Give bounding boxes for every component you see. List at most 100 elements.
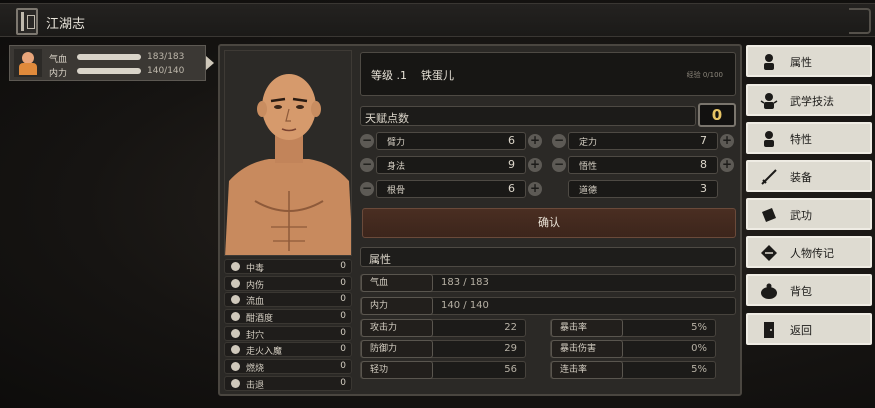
menu-inventory-button[interactable]: 背包	[746, 274, 872, 306]
menu-martial-techniques-button[interactable]: 武学技法	[746, 84, 872, 116]
defense-stat-row: 防御力 29	[360, 340, 526, 358]
trait-icon	[764, 131, 774, 147]
status-label: 酣酒度	[246, 314, 274, 325]
stat-value: 0%	[691, 343, 707, 354]
fire-icon	[231, 362, 240, 372]
attribute-panel: 中毒 0 内伤 0 流血 0 酣酒度 0 封穴 0 走火入魔 0 燃烧 0 击退…	[218, 44, 742, 396]
focus-minus-button[interactable]: −	[552, 134, 566, 148]
scroll-icon	[761, 245, 777, 261]
strength-minus-button[interactable]: −	[360, 134, 374, 148]
menu-equipment-button[interactable]: 装备	[746, 160, 872, 192]
mp-value: 140/140	[147, 66, 185, 76]
mp-bar	[77, 68, 141, 74]
mp-label-row: 内力	[49, 66, 75, 79]
status-value: 0	[340, 294, 346, 305]
stat-value: 183 / 183	[441, 277, 489, 288]
status-row-internal-injury: 内伤 0	[224, 275, 352, 291]
frame-corner-decoration	[849, 8, 871, 34]
hp-bar	[77, 54, 141, 60]
menu-label: 武功	[790, 209, 812, 222]
status-row-poison: 中毒 0	[224, 259, 352, 274]
stat-label: 内力	[361, 297, 433, 315]
stat-value: 5%	[691, 322, 707, 333]
mp-label: 内力	[49, 69, 68, 79]
top-bar: 江湖志	[0, 3, 875, 37]
constitution-minus-button[interactable]: −	[360, 182, 374, 196]
hp-label: 气血	[49, 55, 68, 65]
agility-plus-button[interactable]: +	[528, 158, 542, 172]
attribute-label: 臂力	[387, 138, 406, 148]
status-row-drunk: 酣酒度 0	[224, 309, 352, 325]
menu-label: 背包	[790, 285, 812, 298]
menu-label: 人物传记	[790, 247, 834, 260]
stat-value: 29	[504, 343, 517, 354]
stat-value: 5%	[691, 364, 707, 375]
agility-stat-row: 轻功 56	[360, 361, 526, 379]
menu-label: 特性	[790, 133, 812, 146]
journal-book-icon[interactable]	[16, 8, 38, 35]
crit-damage-stat-row: 暴击伤害 0%	[550, 340, 716, 358]
menu-label: 武学技法	[790, 95, 834, 108]
stat-label: 气血	[361, 274, 433, 292]
combo-rate-stat-row: 连击率 5%	[550, 361, 716, 379]
strength-plus-button[interactable]: +	[528, 134, 542, 148]
comprehension-field: 悟性 8	[568, 156, 718, 174]
person-icon	[764, 54, 774, 70]
section-title-label: 属性	[369, 253, 391, 266]
blood-drop-icon	[231, 295, 240, 305]
confirm-button[interactable]: 确认	[362, 208, 736, 238]
agility-field: 身法 9	[376, 156, 526, 174]
status-label: 击退	[246, 380, 265, 391]
constitution-plus-button[interactable]: +	[528, 182, 542, 196]
focus-plus-button[interactable]: +	[720, 134, 734, 148]
status-label: 流血	[246, 297, 265, 308]
knockback-icon	[231, 378, 240, 388]
door-icon	[764, 322, 774, 338]
strength-field: 臂力 6	[376, 132, 526, 150]
menu-back-button[interactable]: 返回	[746, 313, 872, 345]
character-avatar-icon	[14, 49, 42, 77]
status-row-qi-deviation: 走火入魔 0	[224, 342, 352, 358]
talent-points-box: 天赋点数	[360, 106, 696, 126]
status-effects-list: 中毒 0 内伤 0 流血 0 酣酒度 0 封穴 0 走火入魔 0 燃烧 0 击退…	[224, 259, 352, 393]
menu-martial-arts-button[interactable]: 武功	[746, 198, 872, 230]
stat-value: 22	[504, 322, 517, 333]
comprehension-plus-button[interactable]: +	[720, 158, 734, 172]
drunk-face-icon	[231, 312, 240, 322]
attribute-value: 9	[508, 158, 515, 171]
stat-label: 暴击率	[551, 319, 623, 337]
menu-label: 属性	[790, 56, 812, 69]
status-row-knockback: 击退 0	[224, 375, 352, 391]
hp-stat-row: 气血 183 / 183	[360, 274, 736, 292]
status-label: 封穴	[246, 330, 265, 341]
level-box: 等级 .1 铁蛋儿 经验 0/100	[360, 52, 736, 96]
experience-text: 经验 0/100	[686, 71, 723, 79]
status-row-bleed: 流血 0	[224, 292, 352, 308]
stat-label: 攻击力	[361, 319, 433, 337]
level-label: 等级 .1	[371, 69, 407, 82]
status-value: 0	[340, 344, 346, 355]
stat-label: 暴击伤害	[551, 340, 623, 358]
character-portrait	[224, 50, 352, 256]
stat-label: 轻功	[361, 361, 433, 379]
attributes-section-title: 属性	[360, 247, 736, 267]
page-title: 江湖志	[46, 17, 86, 32]
attribute-value: 6	[508, 182, 515, 195]
hp-value: 183/183	[147, 52, 185, 62]
menu-biography-button[interactable]: 人物传记	[746, 236, 872, 268]
status-row-sealed: 封穴 0	[224, 325, 352, 341]
book-icon	[762, 208, 776, 222]
menu-traits-button[interactable]: 特性	[746, 122, 872, 154]
menu-label: 装备	[790, 171, 812, 184]
attribute-label: 悟性	[579, 162, 598, 172]
attribute-label: 身法	[387, 162, 406, 172]
broken-heart-icon	[231, 278, 240, 288]
morality-field: 道德 3	[568, 180, 718, 198]
comprehension-minus-button[interactable]: −	[552, 158, 566, 172]
attribute-value: 7	[700, 134, 707, 147]
agility-minus-button[interactable]: −	[360, 158, 374, 172]
stat-value: 56	[504, 364, 517, 375]
menu-attributes-button[interactable]: 属性	[746, 45, 872, 77]
status-label: 中毒	[246, 264, 265, 274]
character-card[interactable]: 气血 183/183 内力 140/140	[9, 45, 206, 81]
